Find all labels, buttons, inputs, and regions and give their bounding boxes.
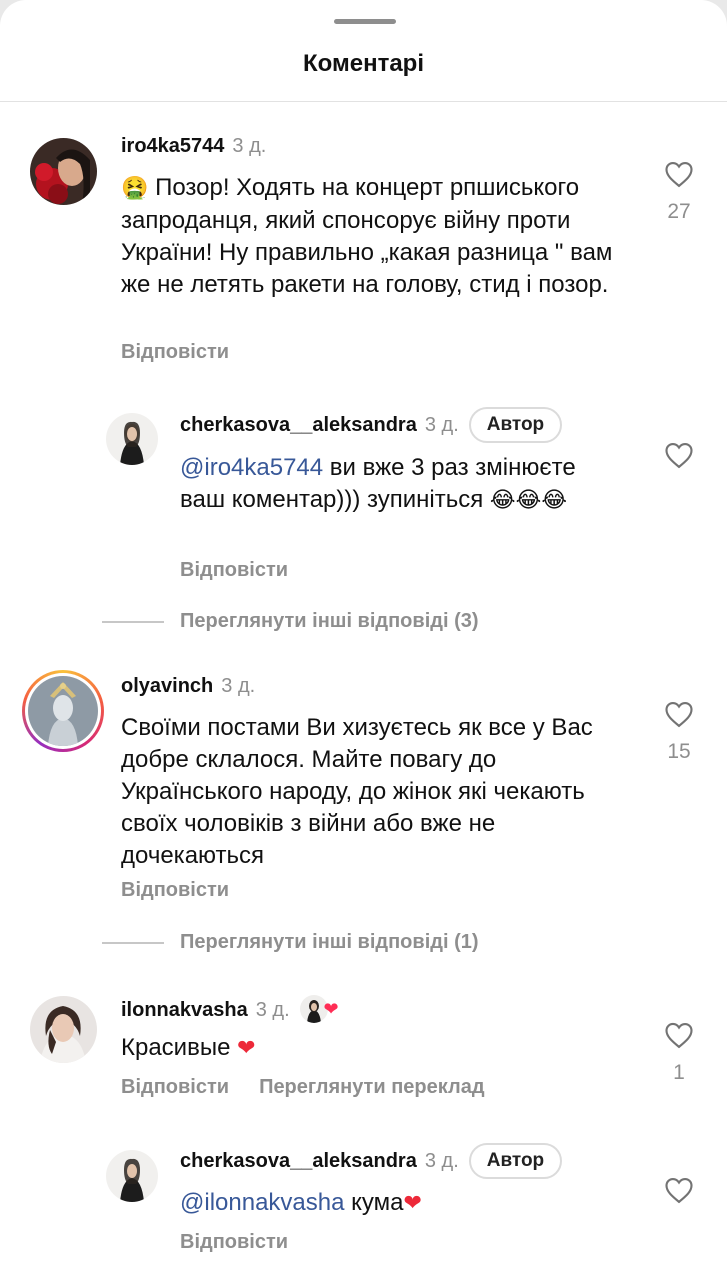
avatar[interactable] (30, 996, 97, 1063)
timestamp: 3 д. (221, 675, 256, 697)
view-replies-label[interactable]: Переглянути інші відповіді (3) (180, 610, 479, 633)
heart-outline-icon[interactable] (664, 700, 694, 728)
mention-link[interactable]: @ilonnakvasha (180, 1189, 344, 1216)
reply-button[interactable]: Відповісти (180, 559, 288, 582)
liked-by-author-indicator: ❤ (299, 995, 339, 1025)
face-vomiting-emoji: 🤮 (121, 176, 149, 201)
heart-outline-icon[interactable] (664, 1021, 694, 1049)
username[interactable]: cherkasova__aleksandra (180, 1150, 417, 1173)
heart-filled-icon: ❤ (323, 999, 339, 1019)
avatar-story-ring[interactable] (22, 670, 104, 752)
mention-link[interactable]: @iro4ka5744 (180, 454, 323, 481)
red-heart-emoji: ❤ (403, 1191, 422, 1216)
like-count: 1 (673, 1061, 685, 1084)
avatar[interactable] (30, 138, 97, 205)
view-replies-label[interactable]: Переглянути інші відповіді (1) (180, 931, 479, 954)
timestamp: 3 д. (424, 1149, 459, 1172)
replies-divider-line (102, 620, 164, 623)
red-heart-emoji: ❤ (237, 1036, 256, 1061)
avatar[interactable] (106, 413, 158, 465)
avatar[interactable] (106, 1150, 158, 1202)
heart-outline-icon[interactable] (664, 1176, 694, 1204)
header-divider (0, 101, 727, 102)
comment-text: Красивые ❤ (121, 1034, 256, 1061)
username[interactable]: ilonnakvasha (121, 999, 248, 1022)
like-count: 27 (667, 200, 691, 223)
avatar (28, 676, 98, 746)
replies-divider-line (102, 941, 164, 944)
reply-button[interactable]: Відповісти (121, 879, 229, 902)
reply-button[interactable]: Відповісти (180, 1231, 288, 1254)
timestamp: 3 д. (255, 998, 290, 1021)
reply-button[interactable]: Відповісти (121, 1076, 229, 1099)
tears-of-joy-emoji: 😂😂😂 (489, 488, 568, 513)
timestamp: 3 д. (424, 413, 459, 436)
username[interactable]: cherkasova__aleksandra (180, 414, 417, 437)
username[interactable]: iro4ka5744 (121, 135, 224, 158)
sheet-title: Коментарі (302, 50, 425, 77)
like-count: 15 (667, 740, 691, 763)
comment-text: @ilonnakvasha кума❤ (180, 1189, 422, 1216)
view-more-replies[interactable]: Переглянути інші відповіді (3) (102, 610, 479, 633)
view-more-replies[interactable]: Переглянути інші відповіді (1) (102, 931, 479, 954)
heart-outline-icon[interactable] (664, 441, 694, 469)
comment-text: @iro4ka5744 ви вже 3 раз змінюєте ваш ко… (180, 454, 576, 513)
reply-button[interactable]: Відповісти (121, 341, 229, 364)
author-badge: Автор (468, 1143, 563, 1179)
comment-text: 🤮 Позор! Ходять на концерт рпшиського за… (121, 174, 613, 298)
username[interactable]: olyavinch (121, 675, 213, 698)
see-translation-button[interactable]: Переглянути переклад (259, 1076, 484, 1099)
author-badge: Автор (468, 407, 563, 443)
comment-text: Своїми постами Ви хизуєтесь як все у Вас… (121, 714, 593, 869)
drag-handle[interactable] (334, 19, 396, 24)
comments-sheet: Коментарі iro4ka5744 3 д. 🤮 Позор! Ходят… (0, 0, 727, 1280)
heart-outline-icon[interactable] (664, 160, 694, 188)
timestamp: 3 д. (232, 135, 267, 157)
